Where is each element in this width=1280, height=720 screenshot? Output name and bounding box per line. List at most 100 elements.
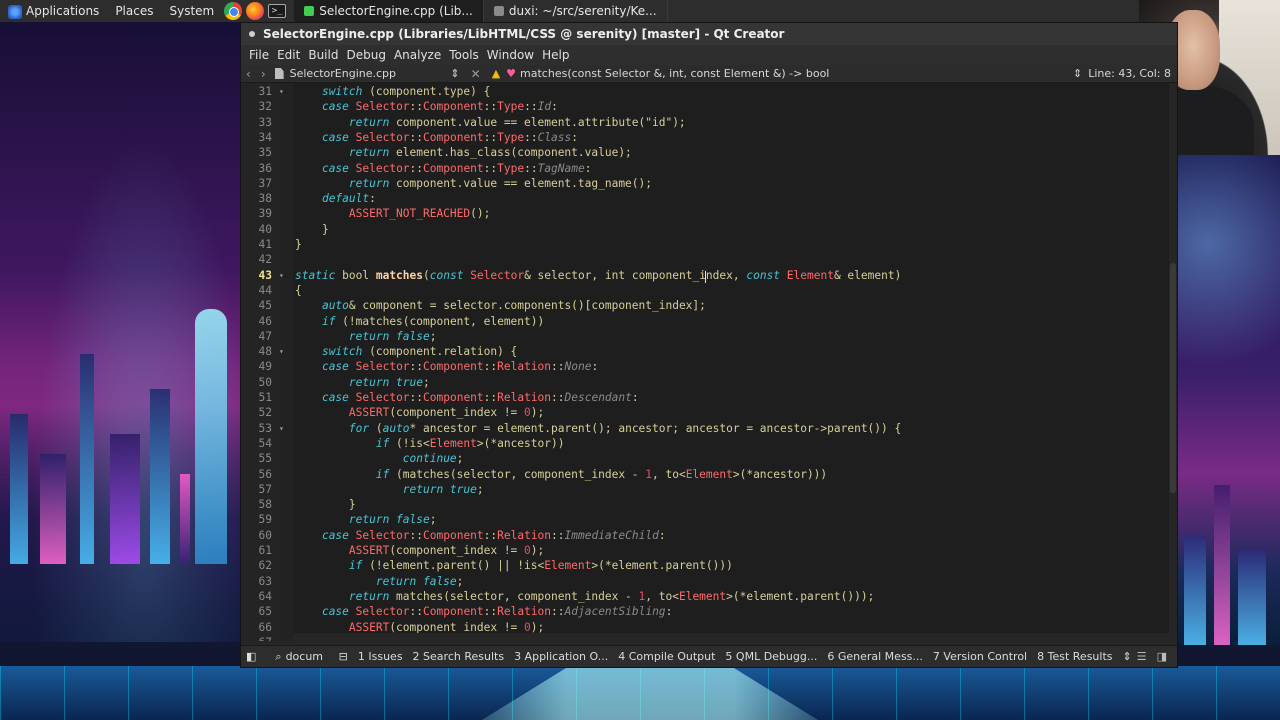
pane-issues[interactable]: 1 Issues xyxy=(353,650,408,663)
pane-qml-debugger[interactable]: 5 QML Debugg... xyxy=(720,650,822,663)
code-line[interactable]: 40 } xyxy=(241,222,1171,237)
code-line[interactable]: 36 case Selector::Component::Type::TagNa… xyxy=(241,161,1171,176)
pane-general-messages[interactable]: 6 General Mess... xyxy=(822,650,928,663)
menu-help[interactable]: Help xyxy=(538,45,573,65)
code-line[interactable]: 64 return matches(selector, component_in… xyxy=(241,589,1171,604)
fold-toggle-icon[interactable]: ▾ xyxy=(279,421,284,436)
menu-window[interactable]: Window xyxy=(483,45,538,65)
line-number: 43 xyxy=(258,268,272,282)
code-line[interactable]: 39 ASSERT_NOT_REACHED(); xyxy=(241,206,1171,221)
locator-field[interactable]: ⌕ docum xyxy=(261,650,333,664)
code-line[interactable]: 41} xyxy=(241,237,1171,252)
menu-build[interactable]: Build xyxy=(304,45,342,65)
taskbar-button-label: duxi: ~/src/serenity/Ke... xyxy=(508,4,657,18)
code-line[interactable]: 58 } xyxy=(241,497,1171,512)
code-line[interactable]: 43 ▾ static bool matches(const Selector& s… xyxy=(241,268,1171,283)
code-line[interactable]: 55 continue; xyxy=(241,451,1171,466)
code-line[interactable]: 52 ASSERT(component_index != 0); xyxy=(241,405,1171,420)
wallpaper-building xyxy=(1214,485,1230,645)
back-arrow-icon[interactable]: ‹ xyxy=(241,67,256,81)
scrollbar-thumb[interactable] xyxy=(1170,263,1176,493)
code-text: if (!element.parent() || !is<Element>(*e… xyxy=(348,559,733,573)
open-documents-combo[interactable]: SelectorEngine.cpp ⇕ xyxy=(290,67,466,80)
pane-compile-output[interactable]: 4 Compile Output xyxy=(613,650,720,663)
output-options-icon[interactable]: ⊟ xyxy=(334,650,353,663)
firefox-launcher-icon[interactable] xyxy=(246,2,265,20)
line-number: 64 xyxy=(258,589,272,603)
code-line[interactable]: 46 if (!matches(component, element)) xyxy=(241,314,1171,329)
cursor-position-label[interactable]: Line: 43, Col: 8 xyxy=(1082,67,1177,80)
window-menu-icon[interactable] xyxy=(249,31,255,37)
fold-toggle-icon[interactable]: ▾ xyxy=(279,84,284,99)
menu-file[interactable]: File xyxy=(245,45,273,65)
code-line[interactable]: 63 return false; xyxy=(241,574,1171,589)
code-line[interactable]: 60 case Selector::Component::Relation::I… xyxy=(241,528,1171,543)
line-number: 60 xyxy=(258,528,272,542)
code-text: case Selector::Component::Type::TagName: xyxy=(321,161,592,175)
desktop-top-panel: Applications Places System >_ SelectorEn… xyxy=(0,0,1280,22)
code-line[interactable]: 34 case Selector::Component::Type::Class… xyxy=(241,130,1171,145)
code-line[interactable]: 65 case Selector::Component::Relation::A… xyxy=(241,604,1171,619)
progress-toggle-icon[interactable]: ☰ xyxy=(1137,650,1147,663)
code-editor[interactable]: 31 ▾ switch (component.type) {32 case Sel… xyxy=(241,83,1177,641)
toggle-right-sidebar-icon[interactable]: ◨ xyxy=(1157,650,1167,663)
code-line[interactable]: 37 return component.value == element.tag… xyxy=(241,176,1171,191)
toggle-sidebar-icon[interactable]: ◧ xyxy=(241,650,261,663)
symbol-combo[interactable]: matches(const Selector &, int, const Ele… xyxy=(520,67,1073,80)
pane-search-results[interactable]: 2 Search Results xyxy=(408,650,510,663)
pane-application-output[interactable]: 3 Application O... xyxy=(509,650,613,663)
code-line[interactable]: 45 auto& component = selector.components… xyxy=(241,298,1171,313)
code-line[interactable]: 47 return false; xyxy=(241,329,1171,344)
window-titlebar[interactable]: SelectorEngine.cpp (Libraries/LibHTML/CS… xyxy=(241,23,1177,45)
fold-toggle-icon[interactable]: ▾ xyxy=(279,344,284,359)
chrome-launcher-icon[interactable] xyxy=(224,2,243,20)
code-line[interactable]: 42 xyxy=(241,252,1171,267)
output-pane-bar: ◧ ⌕ docum ⊟ 1 Issues 2 Search Results 3 … xyxy=(241,645,1177,667)
code-line[interactable]: 38 default: xyxy=(241,191,1171,206)
applications-menu[interactable]: Applications xyxy=(0,0,107,22)
code-text: ASSERT_NOT_REACHED(); xyxy=(348,207,491,221)
vertical-scrollbar[interactable] xyxy=(1169,83,1177,641)
menu-tools[interactable]: Tools xyxy=(445,45,483,65)
system-menu[interactable]: System xyxy=(161,0,222,22)
pane-version-control[interactable]: 7 Version Control xyxy=(928,650,1032,663)
menu-analyze[interactable]: Analyze xyxy=(390,45,445,65)
code-line[interactable]: 44 { xyxy=(241,283,1171,298)
menu-debug[interactable]: Debug xyxy=(342,45,389,65)
code-line[interactable]: 35 return element.has_class(component.va… xyxy=(241,145,1171,160)
code-line[interactable]: 56 if (matches(selector, component_index… xyxy=(241,467,1171,482)
fold-toggle-icon[interactable]: ▾ xyxy=(279,268,284,283)
applications-label: Applications xyxy=(26,4,100,18)
code-line[interactable]: 31 ▾ switch (component.type) { xyxy=(241,84,1171,99)
line-number: 48 xyxy=(258,345,272,359)
line-number: 62 xyxy=(258,559,272,573)
code-text: default: xyxy=(321,192,376,206)
current-file-name: SelectorEngine.cpp xyxy=(289,67,397,80)
menu-edit[interactable]: Edit xyxy=(273,45,304,65)
line-number: 40 xyxy=(258,222,272,236)
terminal-launcher-icon[interactable]: >_ xyxy=(268,4,287,18)
code-line[interactable]: 50 return true; xyxy=(241,375,1171,390)
taskbar-button-qtcreator[interactable]: SelectorEngine.cpp (Lib... xyxy=(294,0,484,22)
code-line[interactable]: 49 case Selector::Component::Relation::N… xyxy=(241,359,1171,374)
code-line[interactable]: 59 return false; xyxy=(241,512,1171,527)
code-line[interactable]: 33 return component.value == element.att… xyxy=(241,115,1171,130)
code-line[interactable]: 51 case Selector::Component::Relation::D… xyxy=(241,390,1171,405)
code-line[interactable]: 53 ▾ for (auto* ancestor = element.parent… xyxy=(241,421,1171,436)
code-text: } xyxy=(295,238,302,251)
code-line[interactable]: 62 if (!element.parent() || !is<Element>… xyxy=(241,558,1171,573)
code-line[interactable]: 57 return true; xyxy=(241,482,1171,497)
taskbar-button-terminal[interactable]: duxi: ~/src/serenity/Ke... xyxy=(484,0,668,22)
code-line[interactable]: 48 ▾ switch (component.relation) { xyxy=(241,344,1171,359)
horizontal-scrollbar[interactable] xyxy=(293,633,1169,641)
code-line[interactable]: 54 if (!is<Element>(*ancestor)) xyxy=(241,436,1171,451)
warning-icon[interactable]: ▲ xyxy=(486,67,506,80)
forward-arrow-icon[interactable]: › xyxy=(256,67,271,81)
pane-test-results[interactable]: 8 Test Results xyxy=(1032,650,1117,663)
close-document-icon[interactable]: ✕ xyxy=(466,67,486,81)
places-menu[interactable]: Places xyxy=(107,0,161,22)
code-line[interactable]: 61 ASSERT(component_index != 0); xyxy=(241,543,1171,558)
code-line[interactable]: 32 case Selector::Component::Type::Id: xyxy=(241,99,1171,114)
more-panes-arrows-icon[interactable]: ⇕ xyxy=(1118,650,1137,663)
file-icon xyxy=(274,68,284,79)
